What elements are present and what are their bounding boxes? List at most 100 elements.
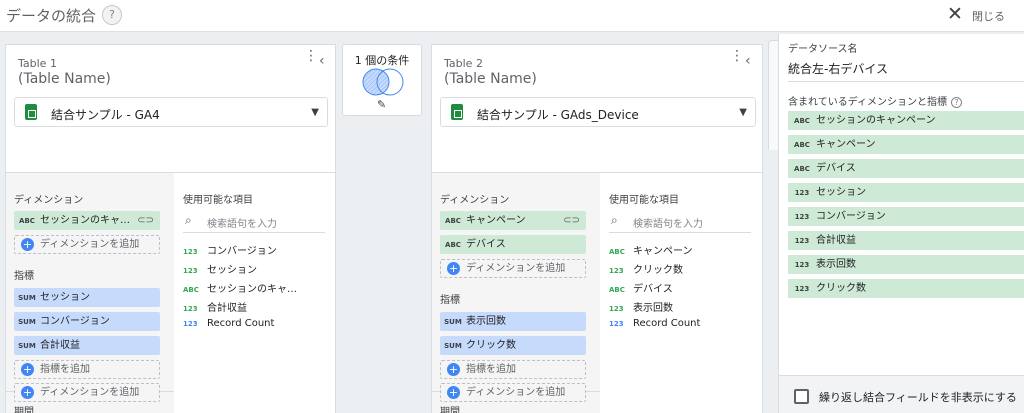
available-field[interactable]: 123 Record Count [609, 318, 700, 329]
available-fields-title: 使用可能な項目 [183, 195, 253, 206]
metric-chip[interactable]: SUM セッション [14, 288, 160, 307]
abc-type-icon: ABC [609, 248, 625, 256]
add-dimension-button[interactable]: + ディメンションを追加 [440, 259, 586, 278]
metrics-title: 指標 [440, 295, 460, 306]
table2-config-column: ディメンション ABC キャンペーン ⊂⊃ ABC デバイス + ディメンションを追加… [432, 173, 600, 413]
number-type-icon: 123 [183, 248, 198, 256]
available-field[interactable]: 123 Record Count [183, 318, 274, 329]
add-icon: + [21, 238, 34, 251]
sum-type-icon: SUM [444, 318, 462, 326]
top-bar: データの統合 ? ✕ 閉じる [0, 0, 1024, 32]
included-field-chip[interactable]: 123 表示回数 [788, 255, 1024, 274]
included-field-chip[interactable]: ABC セッションのキャンペーン [788, 111, 1024, 130]
sum-type-icon: SUM [18, 342, 36, 350]
available-field[interactable]: ABC セッションのキャ… [183, 280, 297, 295]
close-button[interactable]: 閉じる [972, 8, 1005, 24]
link-icon[interactable]: ⊂⊃ [563, 211, 580, 230]
add-icon: + [21, 386, 34, 399]
included-field-chip[interactable]: 123 クリック数 [788, 279, 1024, 298]
field-search[interactable]: ⌕ 検索語句を入力 [183, 211, 325, 233]
number-type-icon: 123 [794, 189, 810, 197]
add-period-dimension-button[interactable]: + ディメンションを追加 [14, 383, 160, 402]
available-field-label: 合計収益 [207, 303, 247, 314]
available-field[interactable]: 123 合計収益 [183, 299, 247, 314]
metric-chip[interactable]: SUM 合計収益 [14, 336, 160, 355]
add-metric-button[interactable]: + 指標を追加 [14, 360, 160, 379]
number-type-icon: 123 [794, 261, 810, 269]
table2-source-selector[interactable]: 結合サンプル - GAds_Device ▼ [440, 97, 756, 127]
available-field[interactable]: ABC キャンペーン [609, 242, 693, 257]
number-type-icon: 123 [609, 320, 624, 328]
available-field[interactable]: 123 クリック数 [609, 261, 683, 276]
help-icon[interactable]: ? [102, 5, 122, 25]
available-field-label: Record Count [207, 318, 275, 329]
search-input[interactable]: 検索語句を入力 [633, 215, 703, 230]
add-icon: + [447, 262, 460, 275]
table1-config-column: ディメンション ABC セッションのキャ… ⊂⊃ + ディメンションを追加 指標 S… [6, 173, 174, 413]
included-field-chip[interactable]: ABC デバイス [788, 159, 1024, 178]
edit-pencil-icon[interactable]: ✎ [377, 98, 386, 111]
included-field-label: 合計収益 [816, 235, 856, 246]
table1-panel: Table 1 (Table Name) ⋮ ‹ 結合サンプル - GA4 ▼ … [5, 44, 336, 413]
table2-available-fields: 使用可能な項目 ⌕ 検索語句を入力 ABC キャンペーン 123 クリック数 ABC… [600, 173, 762, 413]
available-field-label: 表示回数 [633, 303, 673, 314]
collapse-chevron-icon[interactable]: ‹ [319, 53, 325, 69]
field-search[interactable]: ⌕ 検索語句を入力 [609, 211, 751, 233]
metrics-title: 指標 [14, 271, 34, 282]
dimension-chip-label: デバイス [466, 239, 506, 250]
add-metric-button[interactable]: + 指標を追加 [440, 360, 586, 379]
included-field-label: セッションのキャンペーン [816, 115, 936, 126]
abc-type-icon: ABC [445, 241, 461, 249]
included-field-label: 表示回数 [816, 259, 856, 270]
dimension-chip[interactable]: ABC キャンペーン ⊂⊃ [440, 211, 586, 230]
dimension-chip[interactable]: ABC デバイス [440, 235, 586, 254]
metric-chip[interactable]: SUM コンバージョン [14, 312, 160, 331]
hide-repeat-checkbox[interactable] [794, 389, 809, 404]
metric-chip-label: 合計収益 [40, 340, 80, 351]
help-icon[interactable]: ? [951, 97, 962, 108]
table2-name[interactable]: (Table Name) [444, 71, 537, 87]
spreadsheet-icon [451, 104, 463, 120]
add-dimension-label: ディメンションを追加 [466, 263, 566, 274]
available-field[interactable]: ABC デバイス [609, 280, 673, 295]
dimensions-title: ディメンション [14, 195, 84, 206]
datasource-name-input[interactable]: 統合左-右デバイス [788, 60, 888, 77]
number-type-icon: 123 [183, 320, 198, 328]
link-icon[interactable]: ⊂⊃ [137, 211, 154, 230]
available-field[interactable]: 123 表示回数 [609, 299, 673, 314]
more-vert-icon[interactable]: ⋮ [304, 49, 318, 63]
dropdown-arrow-icon: ▼ [311, 107, 319, 118]
available-fields-title: 使用可能な項目 [609, 195, 679, 206]
hide-repeat-label[interactable]: 繰り返し結合フィールドを非表示にする [819, 389, 1017, 405]
join-condition-box[interactable]: 1 個の条件 ✎ [342, 44, 422, 116]
available-field-label: デバイス [633, 284, 673, 295]
dimension-chip[interactable]: ABC セッションのキャ… ⊂⊃ [14, 211, 160, 230]
add-table-placeholder[interactable] [768, 40, 778, 150]
metric-chip[interactable]: SUM 表示回数 [440, 312, 586, 331]
abc-type-icon: ABC [794, 165, 810, 173]
included-field-chip[interactable]: 123 セッション [788, 183, 1024, 202]
add-dimension-button[interactable]: + ディメンションを追加 [14, 235, 160, 254]
available-field[interactable]: 123 コンバージョン [183, 242, 277, 257]
collapse-chevron-icon[interactable]: ‹ [745, 53, 751, 69]
included-field-chip[interactable]: 123 合計収益 [788, 231, 1024, 250]
included-field-label: キャンペーン [816, 139, 876, 150]
close-icon[interactable]: ✕ [947, 4, 963, 24]
included-field-chip[interactable]: 123 コンバージョン [788, 207, 1024, 226]
metric-chip-label: コンバージョン [40, 316, 110, 327]
join-condition-label: 1 個の条件 [354, 54, 410, 67]
available-field[interactable]: 123 セッション [183, 261, 257, 276]
blend-settings-panel: データソース名 統合左-右デバイス 含まれているディメンションと指標? ABC セ… [778, 34, 1024, 413]
page-title: データの統合 [6, 7, 97, 25]
dimensions-title: ディメンション [440, 195, 510, 206]
add-period-dimension-button[interactable]: + ディメンションを追加 [440, 383, 586, 402]
included-field-chip[interactable]: ABC キャンペーン [788, 135, 1024, 154]
table1-name[interactable]: (Table Name) [18, 71, 111, 87]
add-metric-label: 指標を追加 [40, 364, 90, 375]
search-input[interactable]: 検索語句を入力 [207, 215, 277, 230]
table1-source-selector[interactable]: 結合サンプル - GA4 ▼ [14, 97, 328, 127]
spreadsheet-icon [25, 104, 37, 120]
available-field-label: セッション [207, 265, 257, 276]
metric-chip[interactable]: SUM クリック数 [440, 336, 586, 355]
more-vert-icon[interactable]: ⋮ [730, 49, 744, 63]
